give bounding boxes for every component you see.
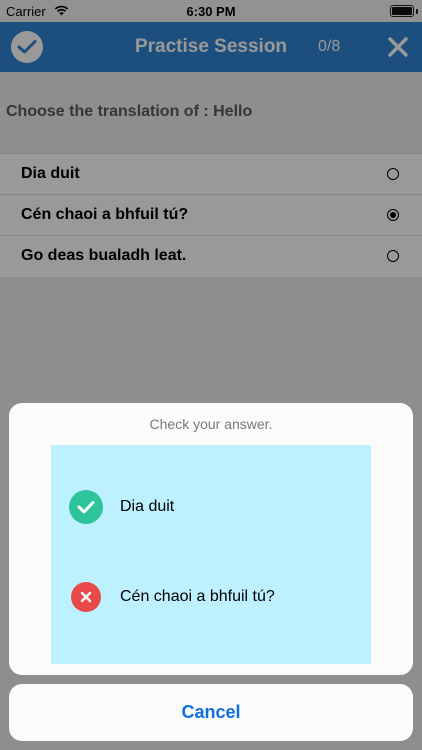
your-answer-row: Cén chaoi a bhfuil tú?	[69, 579, 275, 615]
correct-answer-text: Dia duit	[120, 498, 175, 515]
answer-box: Dia duit Cén chaoi a bhfuil tú?	[51, 445, 371, 664]
answer-check-sheet: Check your answer. Dia duit Cén chaoi a …	[9, 403, 413, 675]
sheet-title: Check your answer.	[149, 416, 273, 432]
wrong-x-icon	[71, 582, 101, 612]
correct-answer-row: Dia duit	[69, 489, 174, 525]
cancel-button[interactable]: Cancel	[9, 684, 413, 741]
correct-check-icon	[69, 490, 103, 524]
your-answer-text: Cén chaoi a bhfuil tú?	[120, 588, 275, 605]
